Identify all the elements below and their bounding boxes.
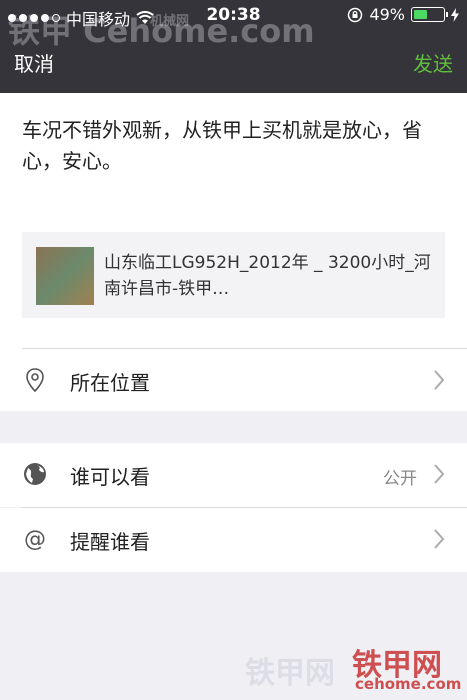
at-icon: @ — [24, 527, 46, 552]
shared-link-card[interactable]: 山东临工LG952H_2012年 _ 3200小时_河南许昌市-铁甲… — [22, 232, 445, 318]
remind-row[interactable]: @ 提醒谁看 — [0, 508, 467, 572]
visibility-row[interactable]: 谁可以看 公开 — [0, 443, 467, 507]
location-label: 所在位置 — [70, 371, 150, 395]
watermark-top-small: 机械网 — [150, 14, 190, 29]
chevron-right-icon — [434, 370, 445, 390]
battery-percent: 49% — [369, 5, 405, 24]
post-text-input[interactable]: 车况不错外观新，从铁甲上买机就是放心，省心，安心。 — [22, 115, 442, 177]
send-button[interactable]: 发送 — [413, 48, 453, 77]
chevron-right-icon — [434, 464, 445, 484]
charging-bolt-icon — [451, 7, 459, 22]
location-row[interactable]: 所在位置 — [0, 349, 467, 411]
svg-text:@: @ — [24, 527, 46, 552]
chevron-right-icon — [434, 529, 445, 549]
visibility-value: 公开 — [383, 469, 417, 489]
remind-label: 提醒谁看 — [70, 530, 150, 554]
watermark-bottom-left: 铁甲网 — [245, 656, 335, 691]
post-composer: 车况不错外观新，从铁甲上买机就是放心，省心，安心。 山东临工LG952H_201… — [0, 93, 467, 411]
battery-icon — [411, 7, 448, 22]
link-title: 山东临工LG952H_2012年 _ 3200小时_河南许昌市-铁甲… — [104, 253, 431, 299]
visibility-label: 谁可以看 — [70, 465, 150, 489]
globe-icon — [24, 463, 46, 485]
link-thumbnail — [36, 247, 94, 305]
location-pin-icon — [26, 368, 44, 393]
rotation-lock-icon — [348, 7, 363, 22]
watermark-url: cehome.com — [355, 675, 462, 693]
cancel-button[interactable]: 取消 — [14, 48, 54, 77]
